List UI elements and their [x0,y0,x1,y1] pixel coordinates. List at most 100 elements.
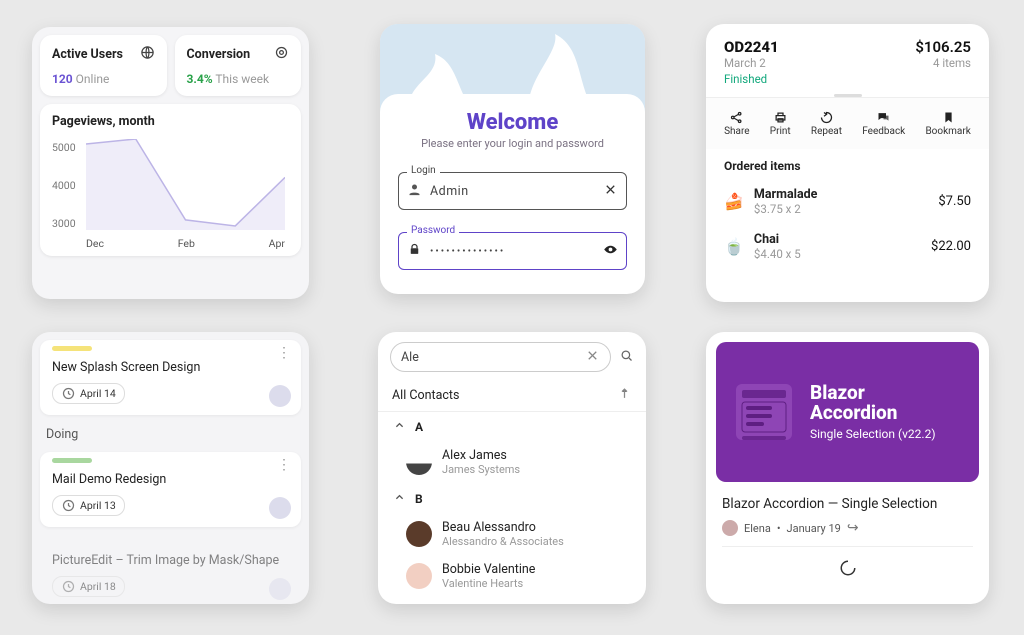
print-icon [770,108,791,126]
priority-bar [52,346,92,351]
article-title: Blazor Accordion — Single Selection [722,496,973,512]
author-name: Elena [744,522,771,535]
kanban-card[interactable]: PictureEdit – Trim Image by Mask/Shape A… [40,533,301,604]
avatar [406,521,432,547]
kanban-card[interactable]: ⋮ Mail Demo Redesign April 13 [40,452,301,527]
card-title: New Splash Screen Design [52,360,289,375]
section-header: Doing [40,415,301,452]
item-price: $22.00 [931,239,971,254]
y-tick: 5000 [52,141,76,154]
login-label: Login [407,165,440,176]
sort-icon[interactable] [617,386,632,405]
lock-icon [407,242,422,261]
blazor-card: BlazorAccordion Single Selection (v22.2)… [706,332,989,604]
hero-banner: BlazorAccordion Single Selection (v22.2) [716,342,979,482]
item-image: 🍰 [724,192,744,211]
print-button[interactable]: Print [770,108,791,137]
clear-icon[interactable] [585,348,600,367]
conversion-card[interactable]: Conversion 3.4% This week [175,35,302,96]
share-icon [724,108,749,126]
order-item[interactable]: 🍰 Marmalade $3.75 x 2 $7.50 [706,179,989,224]
order-item[interactable]: 🍵 Chai $4.40 x 5 $22.00 [706,224,989,269]
priority-bar [52,458,92,463]
password-label: Password [407,225,459,236]
active-users-suffix: Online [76,72,110,86]
avatar [406,449,432,475]
target-icon [274,45,289,64]
welcome-title: Welcome [398,110,627,135]
login-input[interactable]: Login Admin [398,172,627,210]
order-count: 4 items [915,56,971,70]
contact-row[interactable]: Bobbie Valentine Valentine Hearts [378,556,646,598]
avatar [269,578,291,600]
login-value: Admin [430,184,603,199]
repeat-icon [811,108,842,126]
dashboard-panel: Active Users 120 Online Conversion 3.4% … [32,27,309,299]
search-input[interactable]: Ale [390,342,611,372]
section-row[interactable]: B [378,484,646,514]
conversion-title: Conversion [187,47,251,62]
card-title: PictureEdit – Trim Image by Mask/Shape [52,553,289,568]
date-chip: April 14 [52,383,125,404]
globe-icon [140,45,155,64]
item-price: $7.50 [938,194,971,209]
y-tick: 3000 [52,217,76,230]
hero-subtitle: Single Selection (v22.2) [810,427,936,441]
article-date: January 19 [787,522,841,535]
ordered-items-heading: Ordered items [706,149,989,179]
login-panel: Welcome Please enter your login and pass… [380,24,645,294]
x-tick: Apr [269,237,285,250]
date-chip: April 18 [52,576,125,597]
share-button[interactable]: Share [724,108,749,137]
section-row[interactable]: A [378,412,646,442]
order-status: Finished [724,72,779,86]
conversion-suffix: This week [215,72,269,86]
y-tick: 4000 [52,179,76,192]
person-icon [407,182,422,201]
bookmark-button[interactable]: Bookmark [925,108,970,137]
more-icon[interactable]: ⋮ [277,460,291,470]
order-date: March 2 [724,56,779,70]
contact-row[interactable]: Alex James James Systems [378,442,646,484]
active-users-card[interactable]: Active Users 120 Online [40,35,167,96]
feedback-icon [862,108,905,126]
password-value: •••••••••••••• [430,246,603,257]
x-tick: Feb [178,237,195,250]
clear-icon[interactable] [603,182,618,201]
contacts-panel: Ale All Contacts A Alex James James Syst… [378,332,646,604]
order-panel: OD2241 March 2 Finished $106.25 4 items … [706,24,989,302]
pageviews-chart: 5000 4000 3000 Dec Feb Apr [52,135,289,250]
order-toolbar: Share Print Repeat Feedback Bookmark [706,97,989,149]
loading-spinner [722,546,973,581]
accordion-icon [732,380,796,444]
date-chip: April 13 [52,495,125,516]
share-icon[interactable]: ↪ [847,520,859,536]
item-image: 🍵 [724,237,744,256]
active-users-value: 120 [52,72,73,86]
pageviews-card: Pageviews, month 5000 4000 3000 Dec Feb … [40,104,301,256]
active-users-title: Active Users [52,47,123,62]
contact-row[interactable]: Beau Alessandro Alessandro & Associates [378,514,646,556]
eye-icon[interactable] [603,242,618,261]
contacts-heading: All Contacts [392,388,459,403]
pageviews-title: Pageviews, month [52,114,289,129]
x-tick: Dec [86,237,104,250]
feedback-button[interactable]: Feedback [862,108,905,137]
chevron-up-icon [392,418,407,436]
order-id: OD2241 [724,38,779,56]
kanban-card[interactable]: ⋮ New Splash Screen Design April 14 [40,340,301,415]
search-icon[interactable] [619,348,634,367]
bookmark-icon [925,108,970,126]
avatar [269,385,291,407]
avatar [406,563,432,589]
password-input[interactable]: Password •••••••••••••• [398,232,627,270]
chevron-up-icon [392,490,407,508]
welcome-subtitle: Please enter your login and password [398,137,627,150]
kanban-panel: ⋮ New Splash Screen Design April 14 Doin… [32,332,309,604]
conversion-value: 3.4% [187,72,213,86]
card-title: Mail Demo Redesign [52,472,289,487]
author-avatar [722,520,738,536]
repeat-button[interactable]: Repeat [811,108,842,137]
avatar [269,497,291,519]
more-icon[interactable]: ⋮ [277,348,291,358]
